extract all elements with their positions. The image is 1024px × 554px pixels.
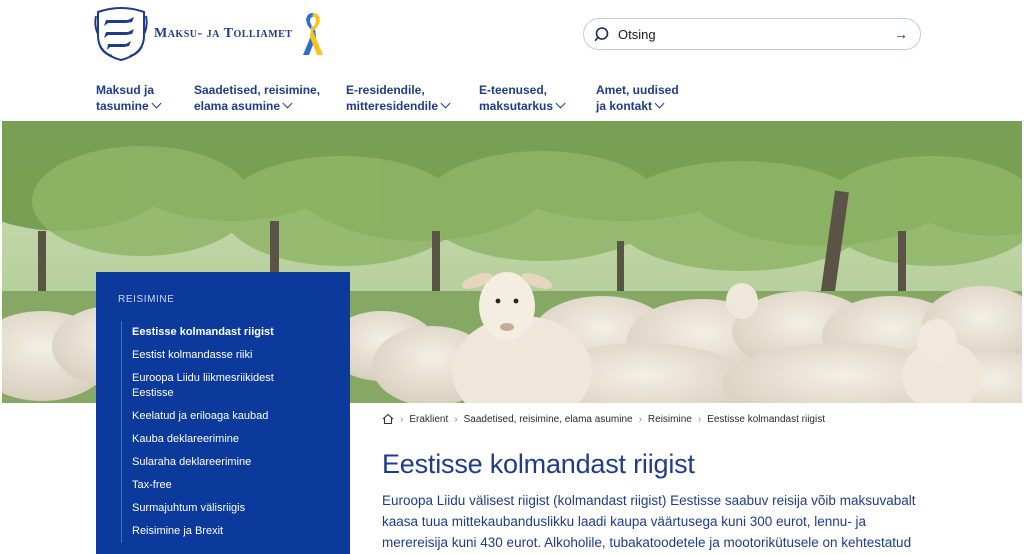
chevron-down-icon [654, 98, 665, 109]
main-nav: Maksud ja tasumine Saadetised, reisimine… [96, 82, 706, 114]
breadcrumb-separator-icon: › [400, 413, 404, 425]
brand-name: Maksu- ja Tolliamet [154, 26, 293, 41]
search-bar[interactable]: → [583, 18, 921, 50]
site-header: Maksu- ja Tolliamet → Maksud ja tasumine… [0, 0, 1024, 120]
nav-item-label: maksutarkus [479, 99, 554, 113]
nav-item-e-services[interactable]: E-teenused, maksutarkus [479, 82, 596, 114]
breadcrumb-separator-icon: › [638, 413, 642, 425]
breadcrumb-separator-icon: › [697, 413, 702, 425]
chevron-down-icon [151, 98, 162, 109]
home-icon[interactable] [382, 413, 394, 425]
nav-item-taxes[interactable]: Maksud ja tasumine [96, 82, 194, 114]
sidebar-title: REISIMINE [118, 294, 175, 305]
breadcrumb-item[interactable]: Saadetised, reisimine, elama asumine [464, 414, 633, 425]
nav-item-e-resident[interactable]: E-residendile, mitteresidendile [346, 82, 479, 114]
nav-item-label: tasumine [96, 99, 149, 113]
sidebar-item-to-third-country[interactable]: Eestist kolmandasse riiki [122, 344, 350, 367]
intro-line: kaasa tuua mittekaubanduslikku laadi kau… [382, 514, 867, 529]
nav-item-label: E-teenused, [479, 83, 548, 97]
sidebar-item-brexit[interactable]: Reisimine ja Brexit [122, 520, 350, 543]
nav-item-label: mitteresidendile [346, 99, 439, 113]
breadcrumb-separator-icon: › [454, 413, 458, 425]
sidebar-item-tax-free[interactable]: Tax-free [122, 474, 350, 497]
breadcrumb-current: Eestisse kolmandast riigist [707, 413, 825, 425]
breadcrumb-item[interactable]: Reisimine [648, 414, 692, 425]
nav-item-label: Maksud ja [96, 83, 155, 97]
ukraine-ribbon-icon [303, 13, 324, 55]
chevron-down-icon [282, 98, 293, 109]
nav-item-label: Amet, uudised [596, 83, 679, 97]
sidebar-nav: REISIMINE Eestisse kolmandast riigist Ee… [96, 272, 350, 554]
page-title: Eestisse kolmandast riigist [382, 449, 695, 479]
nav-item-about[interactable]: Amet, uudised ja kontakt [596, 82, 706, 114]
search-icon [594, 27, 609, 41]
sidebar-item-death-abroad[interactable]: Surmajuhtum välisriigis [122, 497, 350, 520]
intro-line: merereisija kuni 430 eurot. Alkoholile, … [382, 535, 912, 550]
chevron-down-icon [555, 98, 566, 109]
intro-line: Euroopa Liidu välisest riigist (kolmanda… [382, 493, 916, 508]
sidebar-item-from-eu-member-states[interactable]: Euroopa Liidu liikmesriikidest Eestisse [122, 367, 312, 405]
sidebar-item-goods-declaration[interactable]: Kauba deklareerimine [122, 428, 350, 451]
coat-of-arms-icon [94, 7, 148, 62]
intro-paragraph: Euroopa Liidu välisest riigist (kolmanda… [382, 490, 922, 553]
sidebar-list: Eestisse kolmandast riigist Eestist kolm… [121, 321, 350, 543]
breadcrumb: › Eraklient › Saadetised, reisimine, ela… [382, 413, 825, 425]
nav-item-label: elama asumine [194, 99, 281, 113]
nav-item-label: Saadetised, reisimine, [194, 83, 321, 97]
sidebar-item-from-third-country[interactable]: Eestisse kolmandast riigist [122, 321, 350, 344]
sidebar-item-prohibited-goods[interactable]: Keelatud ja eriloaga kaubad [122, 405, 350, 428]
chevron-down-icon [440, 98, 451, 109]
nav-item-travel[interactable]: Saadetised, reisimine, elama asumine [194, 82, 346, 114]
breadcrumb-item[interactable]: Eraklient [409, 414, 448, 425]
nav-item-label: E-residendile, [346, 83, 425, 97]
logo-link[interactable]: Maksu- ja Tolliamet [94, 6, 326, 62]
search-submit-arrow-icon[interactable]: → [894, 26, 908, 42]
search-input[interactable] [618, 26, 894, 42]
nav-item-label: ja kontakt [596, 99, 653, 113]
sidebar-item-cash-declaration[interactable]: Sularaha deklareerimine [122, 451, 350, 474]
